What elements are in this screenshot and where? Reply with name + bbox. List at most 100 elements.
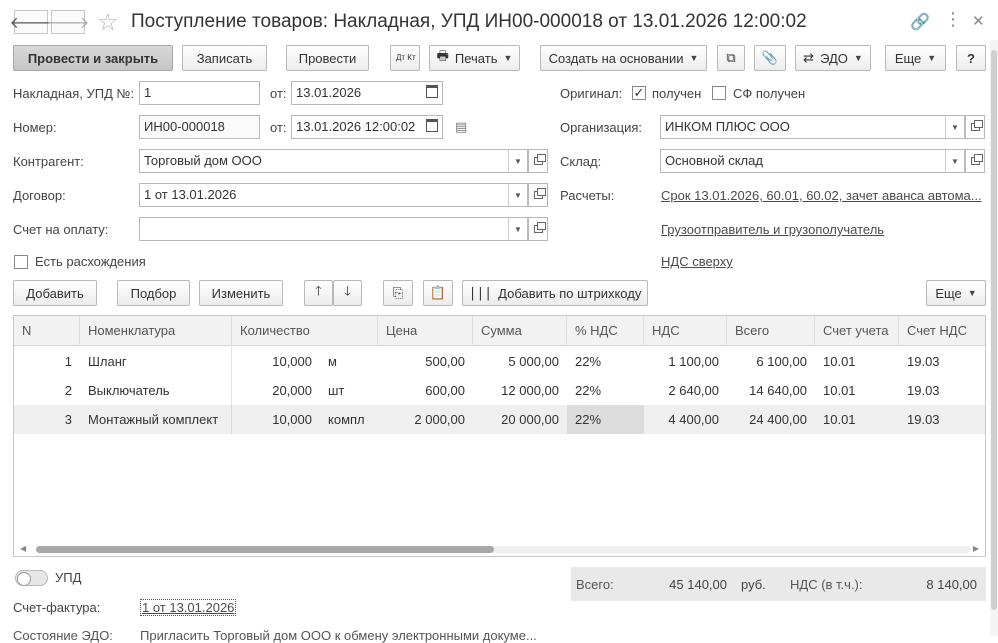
goods-table[interactable]: N Номенклатура Количество Цена Сумма % Н… bbox=[13, 315, 986, 557]
invoice-number-field[interactable]: 1 bbox=[139, 81, 260, 105]
header-vat-account[interactable]: Счет НДС bbox=[899, 316, 985, 346]
close-icon[interactable]: ✕ bbox=[972, 12, 985, 30]
total-label: Всего: bbox=[576, 577, 614, 592]
vat-on-top-link[interactable]: НДС сверху bbox=[661, 254, 733, 269]
discrepancies-checkbox[interactable] bbox=[14, 255, 28, 269]
change-button[interactable]: Изменить bbox=[199, 280, 283, 306]
invoice-date-field[interactable]: 13.01.2026 bbox=[291, 81, 443, 105]
totals-panel: Всего: 45 140,00 руб. НДС (в т.ч.): 8 14… bbox=[571, 567, 986, 601]
original-received-checkbox[interactable]: ✓ bbox=[632, 86, 646, 100]
chevron-down-icon[interactable]: ▼ bbox=[508, 184, 527, 206]
upd-toggle[interactable] bbox=[15, 570, 48, 586]
chevron-down-icon[interactable]: ▼ bbox=[508, 150, 527, 172]
header-total[interactable]: Всего bbox=[727, 316, 815, 346]
hierarchy-icon: ⧉ bbox=[726, 50, 736, 65]
cell-vat-rate: 22% bbox=[575, 354, 602, 369]
open-icon bbox=[533, 154, 546, 165]
structure-button[interactable]: ⧉ bbox=[717, 45, 745, 71]
contract-field[interactable]: 1 от 13.01.2026 ▼ bbox=[139, 183, 528, 207]
header-price[interactable]: Цена bbox=[378, 316, 473, 346]
settlements-link[interactable]: Срок 13.01.2026, 60.01, 60.02, зачет ава… bbox=[661, 188, 982, 203]
number-field[interactable]: ИН00-000018 bbox=[139, 115, 260, 139]
back-button[interactable]: 🡐 bbox=[10, 10, 52, 34]
scrollbar-thumb[interactable] bbox=[36, 546, 494, 553]
header-sum[interactable]: Сумма bbox=[473, 316, 567, 346]
horizontal-scrollbar[interactable] bbox=[36, 546, 971, 553]
sf-received-checkbox[interactable] bbox=[712, 86, 726, 100]
print-button[interactable]: 🖶 Печать ▼ bbox=[429, 45, 520, 71]
counterparty-field[interactable]: Торговый дом ООО ▼ bbox=[139, 149, 528, 173]
header-account[interactable]: Счет учета bbox=[815, 316, 899, 346]
shipper-consignee-link[interactable]: Грузоотправитель и грузополучатель bbox=[661, 222, 884, 237]
add-by-barcode-button[interactable]: ||| Добавить по штрихкоду bbox=[462, 280, 648, 306]
scroll-right-icon[interactable]: ▶ bbox=[973, 544, 979, 553]
open-icon bbox=[970, 154, 983, 165]
header-quantity[interactable]: Количество bbox=[232, 316, 378, 346]
scroll-left-icon[interactable]: ◀ bbox=[20, 544, 26, 553]
cell-quantity: 10,000 bbox=[272, 354, 312, 369]
table-row[interactable]: 3 Монтажный комплект 10,000 компл 2 000,… bbox=[14, 405, 985, 434]
original-received-label: получен bbox=[652, 86, 702, 101]
cell-vat-rate[interactable]: 22% bbox=[567, 405, 644, 434]
cell-quantity: 20,000 bbox=[272, 383, 312, 398]
move-up-button[interactable]: 🡑 bbox=[304, 280, 333, 306]
sf-link[interactable]: 1 от 13.01.2026 bbox=[140, 599, 237, 616]
warehouse-field[interactable]: Основной склад ▼ bbox=[660, 149, 965, 173]
edo-button[interactable]: ⇄ ЭДО ▼ bbox=[795, 45, 871, 71]
payment-invoice-field[interactable]: ▼ bbox=[139, 217, 528, 241]
help-button[interactable]: ? bbox=[956, 45, 986, 71]
table-more-button[interactable]: Еще ▼ bbox=[926, 280, 986, 306]
forward-button[interactable]: 🡒 bbox=[47, 10, 89, 34]
chevron-down-icon: ▼ bbox=[503, 53, 513, 63]
comment-icon[interactable]: ▤ bbox=[455, 119, 467, 135]
calendar-icon[interactable] bbox=[426, 119, 438, 132]
cell-account: 10.01 bbox=[823, 383, 856, 398]
chevron-down-icon[interactable]: ▼ bbox=[508, 218, 527, 240]
post-and-close-button[interactable]: Провести и закрыть bbox=[13, 45, 173, 71]
chevron-down-icon[interactable]: ▼ bbox=[945, 150, 964, 172]
table-row[interactable]: 2 Выключатель 20,000 шт 600,00 12 000,00… bbox=[14, 376, 985, 405]
warehouse-open-button[interactable] bbox=[965, 149, 985, 173]
chevron-down-icon: ▼ bbox=[853, 53, 863, 63]
more-button[interactable]: Еще ▼ bbox=[885, 45, 946, 71]
favorite-star-icon[interactable]: ☆ bbox=[97, 8, 119, 37]
attachments-button[interactable]: 📎 bbox=[754, 45, 786, 71]
add-row-button[interactable]: Добавить bbox=[13, 280, 97, 306]
chevron-down-icon: ▼ bbox=[689, 53, 699, 63]
cell-account: 10.01 bbox=[823, 354, 856, 369]
table-row[interactable]: 1 Шланг 10,000 м 500,00 5 000,00 22% 1 1… bbox=[14, 347, 985, 376]
cell-unit: шт bbox=[328, 383, 345, 398]
header-vat-rate[interactable]: % НДС bbox=[567, 316, 644, 346]
selection-button[interactable]: Подбор bbox=[117, 280, 190, 306]
more-vertical-icon[interactable]: ⋮ bbox=[944, 9, 962, 30]
save-button[interactable]: Записать bbox=[182, 45, 267, 71]
cell-unit: компл bbox=[328, 412, 365, 427]
cell-unit: м bbox=[328, 354, 337, 369]
paste-rows-button[interactable]: 📋 bbox=[423, 280, 453, 306]
cell-vat-rate: 22% bbox=[575, 383, 602, 398]
number-date-field[interactable]: 13.01.2026 12:00:02 bbox=[291, 115, 443, 139]
header-n[interactable]: N bbox=[14, 316, 80, 346]
calendar-icon[interactable] bbox=[426, 85, 438, 98]
vat-total-label: НДС (в т.ч.): bbox=[790, 577, 863, 592]
header-vat[interactable]: НДС bbox=[644, 316, 727, 346]
vertical-scrollbar[interactable] bbox=[990, 40, 998, 636]
contract-open-button[interactable] bbox=[528, 183, 548, 207]
move-down-button[interactable]: 🡓 bbox=[333, 280, 362, 306]
header-nomenclature[interactable]: Номенклатура bbox=[80, 316, 232, 346]
chevron-down-icon[interactable]: ▼ bbox=[945, 116, 964, 138]
organization-open-button[interactable] bbox=[965, 115, 985, 139]
copy-rows-button[interactable]: ⎘ bbox=[383, 280, 413, 306]
organization-field[interactable]: ИНКОМ ПЛЮС ООО ▼ bbox=[660, 115, 965, 139]
counterparty-open-button[interactable] bbox=[528, 149, 548, 173]
cell-n: 3 bbox=[64, 412, 72, 427]
chevron-down-icon: ▼ bbox=[927, 53, 937, 63]
dt-kt-button[interactable]: Дт Кт bbox=[390, 45, 420, 71]
post-button[interactable]: Провести bbox=[286, 45, 369, 71]
cell-vat: 4 400,00 bbox=[668, 412, 719, 427]
link-icon[interactable]: 🔗 bbox=[910, 12, 930, 32]
payment-invoice-open-button[interactable] bbox=[528, 217, 548, 241]
create-based-on-button[interactable]: Создать на основании ▼ bbox=[540, 45, 707, 71]
cell-nomenclature: Шланг bbox=[80, 347, 232, 376]
cell-price: 2 000,00 bbox=[414, 412, 465, 427]
